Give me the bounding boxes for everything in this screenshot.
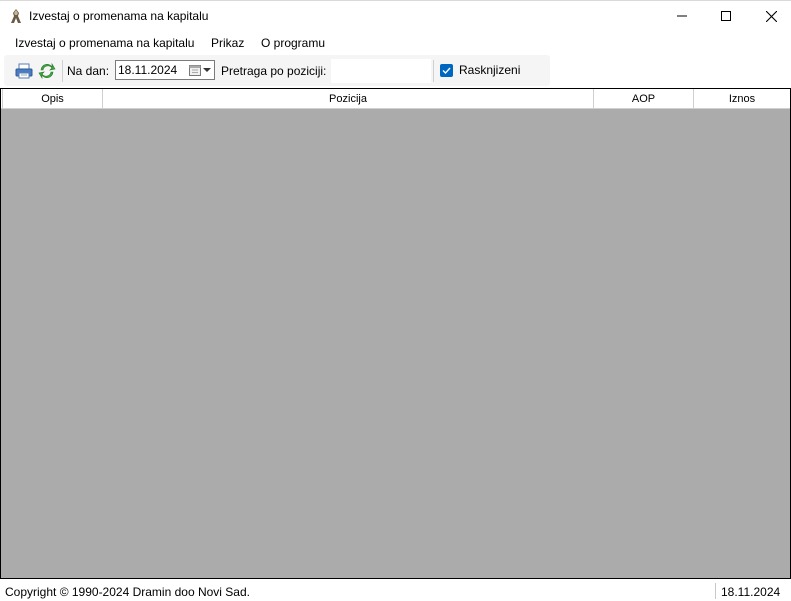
column-header-iznos[interactable]: Iznos [694,89,790,109]
menu-bar: Izvestaj o promenama na kapitalu Prikaz … [0,31,791,55]
printer-icon[interactable] [15,63,33,79]
date-picker-value: 18.11.2024 [118,63,178,77]
status-bar: Copyright © 1990-2024 Dramin doo Novi Sa… [0,580,791,601]
search-input[interactable] [331,59,431,83]
unposted-checkbox-label[interactable]: Rasknjizeni [459,63,520,77]
unposted-checkbox[interactable] [440,64,453,77]
status-separator [715,583,716,599]
close-button[interactable] [748,1,791,31]
maximize-button[interactable] [703,1,749,31]
date-picker[interactable]: 18.11.2024 [115,60,215,80]
toolbar-separator [433,60,434,82]
toolbar-separator [62,60,63,82]
title-bar: Izvestaj o promenama na kapitalu [0,0,791,31]
refresh-icon[interactable] [38,62,56,80]
chevron-down-icon[interactable] [203,68,211,72]
search-label: Pretraga po poziciji: [221,64,327,78]
calendar-icon[interactable] [189,64,201,76]
grid-header: Opis Pozicija AOP Iznos [1,89,790,109]
copyright-text: Copyright © 1990-2024 Dramin doo Novi Sa… [5,585,250,599]
column-header-pozicija[interactable]: Pozicija [103,89,594,109]
menu-item-about[interactable]: O programu [261,35,325,51]
column-header-aop[interactable]: AOP [594,89,694,109]
menu-item-view[interactable]: Prikaz [211,35,244,51]
column-header-opis[interactable]: Opis [3,89,103,109]
data-grid[interactable]: Opis Pozicija AOP Iznos [0,88,791,579]
minimize-button[interactable] [659,1,705,31]
app-person-icon [9,8,23,24]
window-title: Izvestaj o promenama na kapitalu [29,9,209,23]
status-date: 18.11.2024 [721,585,781,599]
date-label: Na dan: [67,64,110,78]
menu-item-report[interactable]: Izvestaj o promenama na kapitalu [15,35,194,51]
toolbar: Na dan: 18.11.2024 Pretraga po poziciji:… [4,55,550,86]
